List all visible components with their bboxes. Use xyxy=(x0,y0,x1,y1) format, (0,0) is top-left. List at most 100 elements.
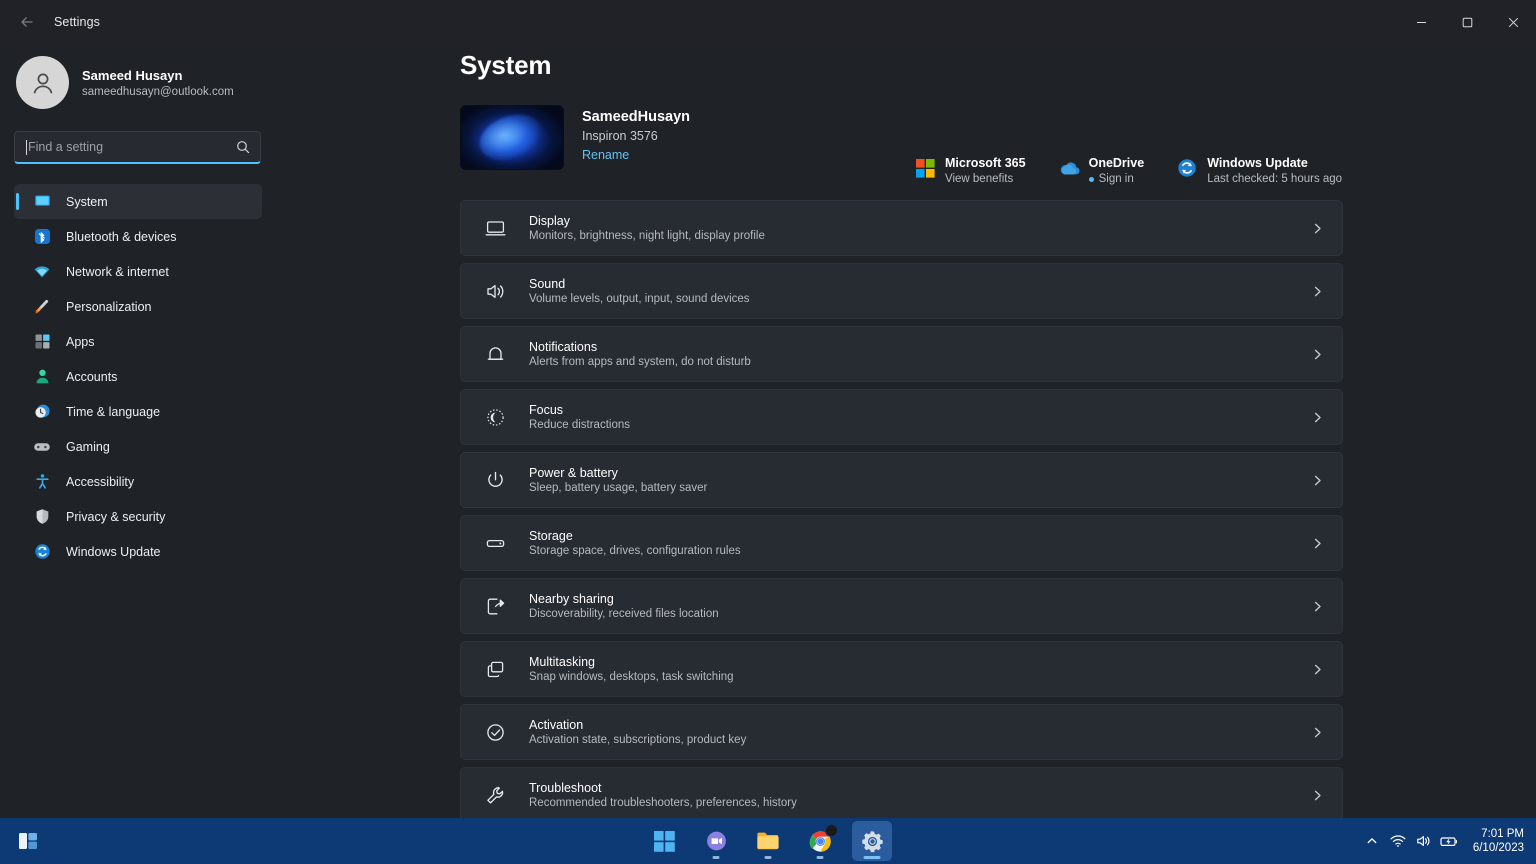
focus-moon-icon xyxy=(482,404,508,430)
chat-button[interactable] xyxy=(696,821,736,861)
chevron-right-icon xyxy=(1311,600,1324,613)
start-button[interactable] xyxy=(644,821,684,861)
settings-row-nearby-sharing[interactable]: Nearby sharing Discoverability, received… xyxy=(460,578,1343,634)
settings-row-focus[interactable]: Focus Reduce distractions xyxy=(460,389,1343,445)
search-input[interactable]: Find a setting xyxy=(14,131,261,164)
close-button[interactable] xyxy=(1490,0,1536,44)
status-title: OneDrive xyxy=(1089,156,1145,170)
back-button[interactable] xyxy=(8,7,46,37)
minimize-button[interactable] xyxy=(1398,0,1444,44)
profile-email: sameedhusayn@outlook.com xyxy=(82,86,234,98)
sidebar-item-personalization[interactable]: Personalization xyxy=(14,289,262,324)
taskbar: 7:01 PM 6/10/2023 xyxy=(0,818,1536,864)
sidebar: Sameed Husayn sameedhusayn@outlook.com F… xyxy=(0,44,276,818)
chrome-button[interactable] xyxy=(800,821,840,861)
rename-link[interactable]: Rename xyxy=(582,148,690,162)
monitor-icon xyxy=(32,192,52,212)
main-content: System SameedHusayn Inspiron 3576 Rename… xyxy=(276,44,1536,818)
display-monitor-icon xyxy=(482,215,508,241)
device-name: SameedHusayn xyxy=(582,109,690,125)
storage-drive-icon xyxy=(482,530,508,556)
sidebar-item-privacy-security[interactable]: Privacy & security xyxy=(14,499,262,534)
person-icon xyxy=(32,367,52,387)
update-refresh-icon xyxy=(32,542,52,562)
settings-row-activation[interactable]: Activation Activation state, subscriptio… xyxy=(460,704,1343,760)
row-subtitle: Activation state, subscriptions, product… xyxy=(529,734,1311,746)
widgets-icon[interactable] xyxy=(8,821,48,861)
sidebar-item-gaming[interactable]: Gaming xyxy=(14,429,262,464)
row-title: Sound xyxy=(529,277,1311,291)
status-title: Microsoft 365 xyxy=(945,156,1026,170)
row-title: Activation xyxy=(529,718,1311,732)
chevron-right-icon xyxy=(1311,663,1324,676)
row-title: Display xyxy=(529,214,1311,228)
sidebar-item-network-internet[interactable]: Network & internet xyxy=(14,254,262,289)
sidebar-label: Personalization xyxy=(66,300,151,314)
sidebar-item-apps[interactable]: Apps xyxy=(14,324,262,359)
clock[interactable]: 7:01 PM 6/10/2023 xyxy=(1473,828,1524,855)
row-title: Troubleshoot xyxy=(529,781,1311,795)
wifi-icon xyxy=(32,262,52,282)
sidebar-item-windows-update[interactable]: Windows Update xyxy=(14,534,262,569)
status-subtitle: View benefits xyxy=(945,173,1026,185)
gamepad-icon xyxy=(32,437,52,457)
sidebar-label: Apps xyxy=(66,335,95,349)
user-profile[interactable]: Sameed Husayn sameedhusayn@outlook.com xyxy=(14,44,262,109)
tray-date: 6/10/2023 xyxy=(1473,842,1524,855)
settings-window: Settings Sameed Husayn samee xyxy=(0,0,1536,864)
search-placeholder: Find a setting xyxy=(28,140,236,154)
row-subtitle: Storage space, drives, configuration rul… xyxy=(529,545,1311,557)
sidebar-label: Windows Update xyxy=(66,545,161,559)
window-title: Settings xyxy=(54,15,100,29)
status-onedrive[interactable]: OneDrive Sign in xyxy=(1058,156,1145,185)
maximize-button[interactable] xyxy=(1444,0,1490,44)
sidebar-item-system[interactable]: System xyxy=(14,184,262,219)
row-subtitle: Monitors, brightness, night light, displ… xyxy=(529,230,1311,242)
row-subtitle: Volume levels, output, input, sound devi… xyxy=(529,293,1311,305)
row-title: Power & battery xyxy=(529,466,1311,480)
sidebar-label: Gaming xyxy=(66,440,110,454)
volume-icon[interactable] xyxy=(1411,824,1437,858)
row-subtitle: Recommended troubleshooters, preferences… xyxy=(529,797,1311,809)
window-controls xyxy=(1398,0,1536,44)
chevron-right-icon xyxy=(1311,348,1324,361)
chevron-right-icon xyxy=(1311,474,1324,487)
sidebar-item-accessibility[interactable]: Accessibility xyxy=(14,464,262,499)
page-title: System xyxy=(460,50,1536,81)
sidebar-label: Accounts xyxy=(66,370,117,384)
settings-row-notifications[interactable]: Notifications Alerts from apps and syste… xyxy=(460,326,1343,382)
status-microsoft-365[interactable]: Microsoft 365 View benefits xyxy=(914,156,1026,185)
sidebar-item-accounts[interactable]: Accounts xyxy=(14,359,262,394)
settings-row-sound[interactable]: Sound Volume levels, output, input, soun… xyxy=(460,263,1343,319)
settings-row-storage[interactable]: Storage Storage space, drives, configura… xyxy=(460,515,1343,571)
status-title: Windows Update xyxy=(1207,156,1342,170)
settings-row-display[interactable]: Display Monitors, brightness, night ligh… xyxy=(460,200,1343,256)
sidebar-item-bluetooth-devices[interactable]: Bluetooth & devices xyxy=(14,219,262,254)
file-explorer-button[interactable] xyxy=(748,821,788,861)
status-windows-update[interactable]: Windows Update Last checked: 5 hours ago xyxy=(1176,156,1342,185)
status-dot-icon xyxy=(1089,177,1094,182)
settings-row-multitasking[interactable]: Multitasking Snap windows, desktops, tas… xyxy=(460,641,1343,697)
share-icon xyxy=(482,593,508,619)
onedrive-cloud-icon xyxy=(1058,157,1080,179)
bluetooth-icon xyxy=(32,227,52,247)
settings-button[interactable] xyxy=(852,821,892,861)
row-subtitle: Snap windows, desktops, task switching xyxy=(529,671,1311,683)
chevron-up-icon[interactable] xyxy=(1359,824,1385,858)
sidebar-label: Bluetooth & devices xyxy=(66,230,177,244)
sidebar-item-time-language[interactable]: Time & language xyxy=(14,394,262,429)
battery-charging-icon[interactable] xyxy=(1437,824,1463,858)
settings-row-power-battery[interactable]: Power & battery Sleep, battery usage, ba… xyxy=(460,452,1343,508)
row-title: Storage xyxy=(529,529,1311,543)
wifi-icon[interactable] xyxy=(1385,824,1411,858)
device-model: Inspiron 3576 xyxy=(582,129,690,143)
chevron-right-icon xyxy=(1311,285,1324,298)
apps-grid-icon xyxy=(32,332,52,352)
speaker-icon xyxy=(482,278,508,304)
settings-row-troubleshoot[interactable]: Troubleshoot Recommended troubleshooters… xyxy=(460,767,1343,818)
chevron-right-icon xyxy=(1311,411,1324,424)
sidebar-nav: System Bluetooth & devices Network & int… xyxy=(14,184,262,569)
row-subtitle: Discoverability, received files location xyxy=(529,608,1311,620)
accessibility-person-icon xyxy=(32,472,52,492)
row-subtitle: Reduce distractions xyxy=(529,419,1311,431)
